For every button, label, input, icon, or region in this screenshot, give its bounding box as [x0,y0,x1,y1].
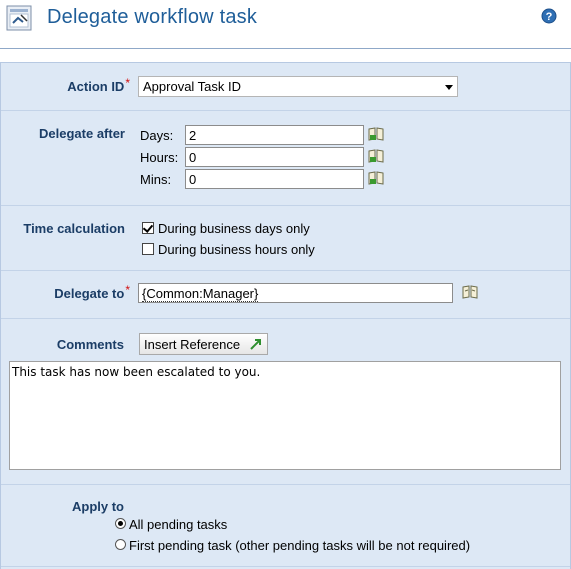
first-pending-radio[interactable] [115,539,126,550]
dialog-header: Delegate workflow task ? [0,0,571,48]
business-hours-label: During business hours only [158,242,315,257]
book-picker-icon[interactable] [462,285,478,299]
svg-text:?: ? [546,11,553,23]
row-separator [1,205,570,206]
first-pending-label: First pending task (other pending tasks … [129,538,471,553]
action-id-label: Action ID* [67,76,130,94]
hours-label: Hours: [140,150,179,165]
delegate-to-input[interactable]: {Common:Manager} [138,283,453,303]
comments-text: This task has now been escalated to you. [12,365,261,379]
row-separator [1,566,570,567]
delegate-to-value: {Common:Manager} [142,286,259,302]
mins-label: Mins: [140,172,172,187]
page-title: Delegate workflow task [47,6,258,28]
action-id-selected-value: Approval Task ID [143,79,242,94]
row-separator [1,110,570,111]
radio-dot [118,521,123,526]
business-days-label: During business days only [158,221,310,236]
insert-arrow-icon [250,339,261,350]
all-pending-label: All pending tasks [129,517,228,532]
mins-input[interactable]: 0 [185,169,364,189]
book-picker-icon[interactable] [368,149,384,163]
apply-to-label: Apply to [72,499,124,514]
days-input[interactable]: 2 [185,125,364,145]
insert-reference-button[interactable]: Insert Reference [139,333,268,355]
row-separator [1,270,570,271]
delegate-to-label: Delegate to* [54,283,130,301]
hours-input[interactable]: 0 [185,147,364,167]
top-strip [0,48,571,63]
comments-textarea[interactable]: This task has now been escalated to you. [9,361,561,470]
comments-label: Comments [56,337,124,352]
delegate-after-label: Delegate after [39,126,125,141]
all-pending-radio[interactable] [115,518,126,529]
book-picker-icon[interactable] [368,127,384,141]
row-separator [1,318,570,319]
days-label: Days: [140,128,174,143]
action-id-select[interactable]: Approval Task ID [138,76,458,97]
chevron-down-icon [445,85,453,90]
checkmark-icon [142,222,154,233]
help-icon[interactable]: ? [541,8,557,24]
insert-reference-label: Insert Reference [144,337,241,352]
workflow-task-icon [6,5,32,31]
time-calculation-label: Time calculation [23,221,125,236]
business-hours-checkbox[interactable] [142,243,154,255]
business-days-checkbox[interactable] [142,222,154,234]
book-picker-icon[interactable] [368,171,384,185]
row-separator [1,484,570,485]
